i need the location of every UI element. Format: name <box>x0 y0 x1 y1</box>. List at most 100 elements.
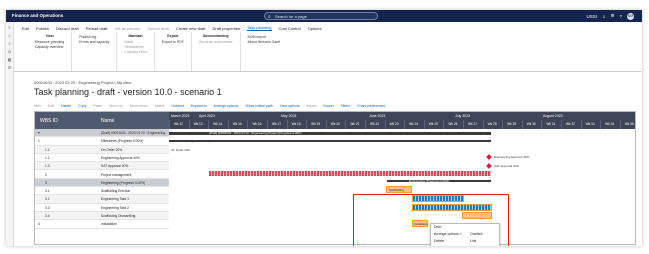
week-label: Wk 32 <box>561 120 579 129</box>
paste-button[interactable]: Paste <box>93 104 102 108</box>
row-name: Engineering (Progress 0.00%) <box>101 180 146 185</box>
action-pane: Edit Publish Discard draft Reload draft … <box>14 24 642 32</box>
errors-capacity-button[interactable]: Errors and capacity <box>79 40 109 45</box>
about-gantt-button[interactable]: About Netronic Gantt <box>248 40 281 45</box>
gantt-toolbar: New Edit Delete Copy Paste Move up Move … <box>34 102 638 109</box>
week-label: Wk 22 <box>365 120 383 129</box>
tab-discard-draft[interactable]: Discard draft <box>56 26 79 31</box>
table-row[interactable]: 1.3 SAT Approval 40% <box>35 162 169 171</box>
hamburger-icon[interactable]: ≡ <box>6 25 13 30</box>
left-nav: ≡ ⌂ ☆ ◷ ▦ ☰ <box>6 22 14 246</box>
bell-icon[interactable]: ♫ <box>602 14 605 19</box>
outdent-button[interactable]: Outdent <box>171 104 183 108</box>
view-options-button[interactable]: View options <box>280 104 300 108</box>
week-row: Wk 12 Wk 13 Wk 14 Wk 15 Wk 16 Wk 17 Wk 1… <box>169 120 635 129</box>
row-wbs: 4 <box>38 222 40 227</box>
move-down-button[interactable]: Move down <box>130 104 148 108</box>
company-selector[interactable]: USSI <box>587 14 598 19</box>
app-window: Finance and Operations ⌕ Search for a pa… <box>6 10 642 246</box>
name-column-header[interactable]: Name <box>101 118 114 124</box>
home-icon[interactable]: ⌂ <box>6 33 13 38</box>
tab-edit[interactable]: Edit <box>22 26 29 31</box>
filters-button[interactable]: Filters <box>341 104 351 108</box>
week-label: Wk 26 <box>443 120 461 129</box>
tab-options[interactable]: Options <box>308 26 322 31</box>
ribbon-group-view: View Resource planning Capacity overview <box>28 32 73 71</box>
delete-button[interactable]: Delete <box>61 104 71 108</box>
table-row[interactable]: 3.2 Engineering Task 1 <box>35 195 169 204</box>
project-bar-label: [Draft] 00001633 : 2023 03 20 : Engineer… <box>209 131 302 135</box>
chart-preferences-button[interactable]: Chart preferences <box>357 104 385 108</box>
table-row[interactable]: 4 Installation <box>35 220 169 229</box>
collapse-icon[interactable]: ▾ <box>38 129 40 137</box>
row-name: Engineering Task 2 <box>101 205 129 210</box>
ribbon-group-logs: Publish log Errors and capacity <box>72 32 118 71</box>
copy-button[interactable]: Copy <box>78 104 86 108</box>
week-label: Wk 31 <box>541 120 559 129</box>
project-management-bar[interactable] <box>209 171 491 176</box>
row-wbs: 1.3 <box>45 164 50 169</box>
edit-button[interactable]: Edit <box>48 104 54 108</box>
table-row[interactable]: 3.3 Engineering Task 2 <box>35 204 169 212</box>
wbs-column-header[interactable]: WBS ID <box>40 118 58 124</box>
tab-create-new-draft[interactable]: Create new draft <box>176 26 206 31</box>
tab-cost-control[interactable]: Cost Control <box>279 26 301 31</box>
tab-set-as-primary[interactable]: Set as primary <box>115 26 141 31</box>
list-icon[interactable]: ☰ <box>6 65 13 70</box>
menu-item-delete-task[interactable]: Delete <box>431 238 444 245</box>
menu-item-link[interactable]: Link <box>467 238 476 245</box>
indent-button[interactable]: Indent <box>155 104 165 108</box>
star-icon[interactable]: ☆ <box>6 41 13 46</box>
critical-path-button[interactable]: Show critical path <box>245 104 272 108</box>
capacity-effort-button[interactable]: Capacity effort <box>124 50 147 55</box>
tab-draft-properties[interactable]: Draft properties <box>212 26 240 31</box>
milestone-diamond[interactable] <box>486 163 492 169</box>
clock-icon[interactable]: ◷ <box>6 49 13 54</box>
tab-submit-draft[interactable]: Submit draft <box>147 26 169 31</box>
row-wbs: 3 <box>45 180 47 185</box>
arrange-options-button[interactable]: Arrange options <box>214 104 239 108</box>
tab-publish[interactable]: Publish <box>36 26 49 31</box>
menu-item-delete[interactable]: Dele <box>431 224 441 231</box>
expand-to-button[interactable]: Expand to <box>191 104 207 108</box>
table-row[interactable]: 1.2 Engineering Approval 40% <box>35 154 169 163</box>
new-button[interactable]: New <box>34 104 41 108</box>
milestones-summary-bar[interactable] <box>169 140 491 142</box>
week-label: Wk 12 <box>169 120 187 129</box>
ribbon-group-misc: BOM import About Netronic Gantt <box>241 32 288 71</box>
table-row[interactable]: 3 Engineering (Progress 0.00%) <box>35 178 169 188</box>
tab-reload-draft[interactable]: Reload draft <box>86 26 108 31</box>
export-pdf-button[interactable]: Export to PDF <box>162 40 184 45</box>
row-name: Installation <box>101 222 117 227</box>
table-row[interactable]: ▾ [Draft] 00001633 : 2023 03 20 : Engine… <box>35 129 169 138</box>
week-label: Wk 34 <box>600 120 618 129</box>
month-label: August 2023 <box>543 113 563 118</box>
avatar[interactable]: NM <box>627 12 634 20</box>
row-wbs: 3.1 <box>45 189 50 194</box>
week-label: Wk 28 <box>482 120 501 129</box>
week-label: Wk 18 <box>286 120 305 129</box>
top-bar: Finance and Operations ⌕ Search for a pa… <box>6 10 642 22</box>
move-up-button[interactable]: Move up <box>109 104 122 108</box>
gear-icon[interactable]: ⚙ <box>610 13 614 19</box>
import-button[interactable]: Import <box>307 104 317 108</box>
milestone-diamond[interactable] <box>486 154 492 160</box>
help-icon[interactable]: ? <box>619 14 622 19</box>
table-row[interactable]: 3.1 Scaffolding Erection <box>35 187 169 196</box>
tab-task-planning[interactable]: Task planning <box>247 25 272 31</box>
generate-subcontract-button[interactable]: Generate subcontract <box>199 40 233 45</box>
week-label: Wk 33 <box>580 120 599 129</box>
workspace-icon[interactable]: ▦ <box>6 57 13 62</box>
export-button[interactable]: Export <box>323 104 333 108</box>
table-row[interactable]: 1.1 On Order 20% <box>35 145 169 154</box>
search-input[interactable]: ⌕ Search for a page <box>264 12 378 20</box>
table-row[interactable]: 2 Project management <box>35 171 169 179</box>
table-row[interactable]: 3.4 Scaffolding Dismantling <box>35 212 169 221</box>
row-wbs: 3.3 <box>45 205 50 210</box>
table-row[interactable]: 1 Milestones (Progress 0.00%) <box>35 137 169 146</box>
top-right-controls: USSI ♫ ⚙ ? NM <box>587 12 634 20</box>
breadcrumb[interactable]: 00001633 : 2023 03 20 : Engineering Proj… <box>34 80 131 85</box>
menu-item-arrange-options[interactable]: Arrange options > <box>431 231 462 238</box>
menu-item-outdent[interactable]: Outdent <box>467 231 482 238</box>
capacity-overview-button[interactable]: Capacity overview <box>35 45 64 50</box>
